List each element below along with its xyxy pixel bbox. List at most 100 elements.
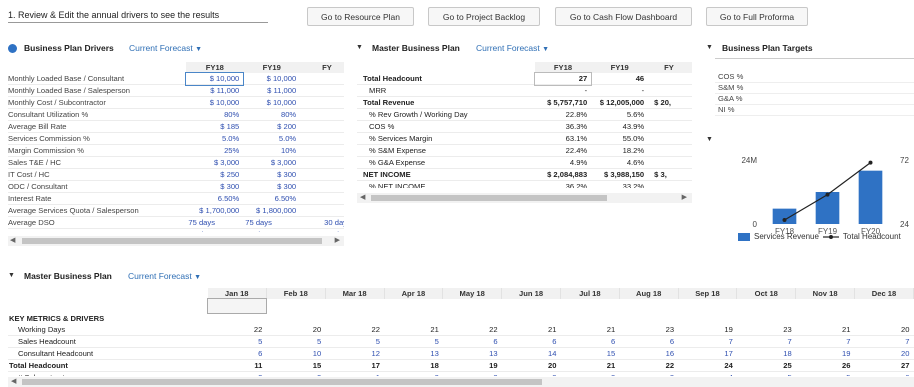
driver-cell[interactable] — [300, 157, 344, 169]
month-value-cell[interactable]: 4 — [678, 372, 737, 376]
month-value-cell[interactable]: 6 — [443, 336, 502, 348]
driver-cell[interactable]: $ 10,000 — [243, 97, 300, 109]
target-row[interactable]: NI % — [715, 105, 914, 116]
drivers-forecast-dropdown[interactable]: Current Forecast ▼ — [129, 43, 202, 53]
scroll-right-icon[interactable]: ▶ — [335, 236, 340, 246]
driver-cell[interactable]: $ 10,000 — [185, 72, 245, 86]
drivers-scrollbar[interactable]: ◀ ▶ — [8, 236, 344, 246]
scroll-thumb[interactable] — [22, 238, 322, 244]
driver-cell[interactable]: 30 days — [186, 229, 243, 232]
month-value-cell[interactable]: 13 — [384, 348, 443, 360]
month-value-cell[interactable]: 3 — [560, 372, 619, 376]
driver-cell[interactable]: $ 1,800,000 — [243, 205, 300, 217]
month-value-cell[interactable]: 1 — [325, 372, 384, 376]
month-value-cell[interactable]: 3 — [619, 372, 678, 376]
driver-cell[interactable]: $ 11,000 — [243, 85, 300, 97]
driver-cell[interactable]: $ 250 — [186, 169, 243, 181]
driver-cell[interactable] — [300, 169, 344, 181]
month-value-cell[interactable]: 6 — [560, 336, 619, 348]
monthly-scrollbar[interactable]: ◀ — [8, 377, 914, 387]
collapse-caret-icon[interactable]: ▼ — [8, 272, 15, 279]
driver-cell[interactable] — [300, 133, 344, 145]
scroll-left-icon[interactable]: ◀ — [11, 377, 16, 387]
driver-cell[interactable]: $ 300 — [243, 181, 300, 193]
month-value-cell[interactable]: 2 — [384, 372, 443, 376]
driver-cell[interactable]: 5.0% — [243, 133, 300, 145]
driver-cell[interactable]: $ 1,700,000 — [186, 205, 243, 217]
month-value-cell[interactable]: 5 — [266, 336, 325, 348]
month-value-cell[interactable]: 15 — [560, 348, 619, 360]
scroll-right-icon[interactable]: ▶ — [682, 193, 687, 203]
driver-cell[interactable]: $ 300 — [243, 169, 300, 181]
collapse-caret-icon[interactable]: ▼ — [706, 44, 713, 51]
scroll-left-icon[interactable]: ◀ — [360, 193, 365, 203]
master-scrollbar[interactable]: ◀ ▶ — [357, 193, 692, 203]
driver-cell[interactable]: $ 3,000 — [243, 157, 300, 169]
month-value-cell[interactable]: 5 — [737, 372, 796, 376]
collapse-toggle-icon[interactable] — [8, 44, 17, 53]
month-value-cell[interactable]: 7 — [855, 336, 914, 348]
month-value-cell[interactable]: 6 — [208, 348, 267, 360]
scroll-left-icon[interactable]: ◀ — [10, 236, 15, 246]
target-row[interactable]: S&M % — [715, 83, 914, 94]
scroll-thumb[interactable] — [22, 379, 542, 385]
cash-flow-dashboard-button[interactable]: Go to Cash Flow Dashboard — [555, 7, 692, 26]
target-row[interactable]: G&A % — [715, 94, 914, 105]
scroll-thumb[interactable] — [371, 195, 607, 201]
month-value-cell[interactable]: 13 — [443, 348, 502, 360]
resource-plan-button[interactable]: Go to Resource Plan — [307, 7, 414, 26]
driver-cell[interactable] — [300, 145, 344, 157]
master-forecast-dropdown[interactable]: Current Forecast ▼ — [476, 43, 549, 53]
month-value-cell[interactable]: 5 — [384, 336, 443, 348]
driver-cell[interactable] — [300, 181, 344, 193]
driver-cell[interactable]: $ 1, — [300, 205, 344, 217]
month-value-cell[interactable]: 12 — [325, 348, 384, 360]
month-value-cell[interactable]: 5 — [796, 372, 855, 376]
driver-cell[interactable]: 6.50% — [186, 193, 243, 205]
month-value-cell[interactable]: 6 — [855, 372, 914, 376]
driver-cell[interactable]: 30 days — [243, 229, 300, 232]
driver-cell[interactable] — [300, 121, 344, 133]
blank-cell[interactable] — [206, 298, 268, 314]
driver-cell[interactable]: $ 200 — [243, 121, 300, 133]
driver-cell[interactable] — [300, 73, 344, 85]
month-value-cell[interactable]: 7 — [737, 336, 796, 348]
driver-cell[interactable]: $ 11,000 — [186, 85, 243, 97]
driver-cell[interactable]: 75 days — [243, 217, 300, 229]
target-row[interactable]: COS % — [715, 72, 914, 83]
driver-cell[interactable]: $ 185 — [186, 121, 243, 133]
driver-cell[interactable] — [300, 85, 344, 97]
driver-cell[interactable] — [300, 97, 344, 109]
month-value-cell[interactable]: 17 — [678, 348, 737, 360]
month-value-cell[interactable]: 7 — [796, 336, 855, 348]
driver-cell[interactable]: 5.0% — [186, 133, 243, 145]
driver-cell[interactable]: 25% — [186, 145, 243, 157]
month-value-cell[interactable]: 6 — [502, 336, 561, 348]
month-value-cell[interactable]: 20 — [855, 348, 914, 360]
driver-cell[interactable]: 6.50% — [243, 193, 300, 205]
full-proforma-button[interactable]: Go to Full Proforma — [706, 7, 808, 26]
driver-cell[interactable]: 80% — [186, 109, 243, 121]
driver-cell[interactable]: $ 3,000 — [186, 157, 243, 169]
month-value-cell[interactable]: 2 — [208, 372, 267, 376]
driver-cell[interactable]: 75 days — [186, 217, 243, 229]
month-value-cell[interactable]: 2 — [266, 372, 325, 376]
month-value-cell[interactable]: 5 — [325, 336, 384, 348]
month-value-cell[interactable]: 16 — [619, 348, 678, 360]
monthly-forecast-dropdown[interactable]: Current Forecast ▼ — [128, 271, 201, 281]
month-value-cell[interactable]: 7 — [678, 336, 737, 348]
month-value-cell[interactable]: 5 — [208, 336, 267, 348]
driver-cell[interactable] — [300, 109, 344, 121]
driver-cell[interactable]: $ 10,000 — [243, 73, 300, 85]
month-value-cell[interactable]: 18 — [737, 348, 796, 360]
month-value-cell[interactable]: 2 — [443, 372, 502, 376]
project-backlog-button[interactable]: Go to Project Backlog — [428, 7, 540, 26]
driver-cell[interactable]: 30 days — [300, 217, 344, 229]
month-value-cell[interactable]: 6 — [619, 336, 678, 348]
driver-cell[interactable]: 10% — [243, 145, 300, 157]
driver-cell[interactable]: 30 days — [300, 229, 344, 232]
month-value-cell[interactable]: 10 — [266, 348, 325, 360]
driver-cell[interactable]: 80% — [243, 109, 300, 121]
month-value-cell[interactable]: 14 — [502, 348, 561, 360]
collapse-caret-icon[interactable]: ▼ — [706, 136, 713, 143]
